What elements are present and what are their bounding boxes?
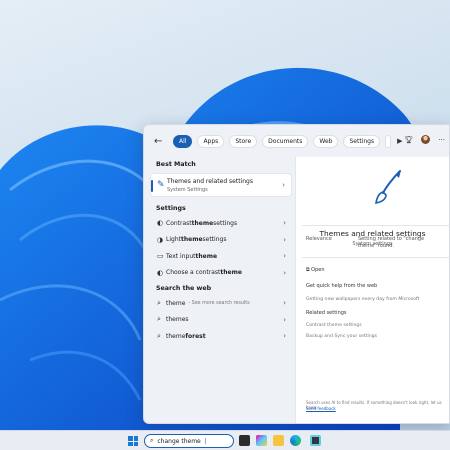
- item-label: theme: [166, 332, 186, 340]
- chevron-right-icon: ›: [283, 235, 286, 244]
- item-label: Contrast: [166, 219, 192, 227]
- item-label: Choose a contrast: [166, 269, 221, 277]
- chevron-right-icon: ›: [283, 299, 286, 308]
- related-link-backup[interactable]: Backup and Sync your settings: [306, 334, 377, 339]
- item-label-rest: settings: [213, 219, 238, 227]
- preview-pane: Themes and related settings System setti…: [295, 157, 449, 423]
- item-label: Light: [166, 236, 181, 244]
- chevron-right-icon: ›: [283, 315, 286, 324]
- settings-header: Settings: [156, 204, 186, 212]
- web-result-themeforest[interactable]: ⌕ theme forest ›: [150, 328, 292, 345]
- brush-icon: [375, 170, 401, 204]
- wallpapers-link[interactable]: Getting new wallpapers every day from Mi…: [306, 297, 419, 302]
- filter-bar: ← All Apps Store Documents Web Settings …: [144, 125, 449, 157]
- avatar[interactable]: [421, 135, 431, 144]
- list-item-contrast-theme[interactable]: ◐ Contrast theme settings ›: [150, 215, 292, 232]
- brush-icon: ✎: [157, 180, 165, 190]
- search-panel: ← All Apps Store Documents Web Settings …: [143, 124, 450, 424]
- item-label-bold: theme: [220, 269, 242, 277]
- selection-indicator: [151, 180, 153, 192]
- item-label-bold: theme: [195, 252, 218, 260]
- edge-browser-icon[interactable]: [290, 435, 301, 446]
- text-cursor: |: [204, 437, 207, 445]
- quick-help-header: Get quick help from the web: [306, 283, 378, 289]
- search-value: change theme: [157, 437, 201, 445]
- search-web-header: Search the web: [156, 284, 212, 292]
- text-input-icon: ▭: [157, 252, 164, 261]
- copilot-icon[interactable]: [256, 435, 267, 446]
- divider: [302, 257, 450, 258]
- relevance-label: Relevance: [306, 236, 332, 242]
- open-action[interactable]: ⧉ Open: [306, 267, 325, 273]
- best-match-title: Themes and related settings: [167, 177, 253, 185]
- related-settings-header: Related settings: [306, 310, 347, 316]
- windows-start-icon[interactable]: [128, 436, 138, 446]
- best-match-subtitle: System Settings: [167, 186, 208, 193]
- theme-icon: ◑: [157, 235, 164, 244]
- web-result-theme[interactable]: ⌕ theme - See more search results ›: [150, 295, 292, 312]
- item-label: themes: [166, 316, 189, 324]
- filter-apps[interactable]: Apps: [197, 134, 225, 148]
- send-feedback-text[interactable]: Send feedback: [306, 406, 336, 411]
- send-feedback-link[interactable]: Send feedback: [306, 406, 336, 411]
- chevron-right-icon: ›: [283, 332, 286, 341]
- chevron-right-icon: ›: [283, 252, 286, 261]
- results-list: Best Match ✎ Themes and related settings…: [150, 157, 292, 423]
- contrast-icon: ◐: [157, 268, 164, 277]
- list-item-choose-contrast-theme[interactable]: ◐ Choose a contrast theme ›: [150, 265, 292, 282]
- divider: [302, 225, 450, 226]
- search-icon: ⌕: [157, 315, 161, 324]
- task-view-icon[interactable]: [239, 435, 250, 446]
- contrast-icon: ◐: [157, 219, 164, 228]
- item-label-bold: forest: [185, 332, 206, 340]
- item-label: theme: [166, 299, 186, 307]
- filter-documents[interactable]: Documents: [262, 134, 309, 148]
- chevron-right-icon: ›: [282, 181, 285, 189]
- list-item-text-input-theme[interactable]: ▭ Text input theme ›: [150, 248, 292, 265]
- search-icon: ⌕: [157, 331, 161, 340]
- filter-settings[interactable]: Settings: [343, 134, 381, 148]
- search-icon: ⌕: [157, 298, 161, 307]
- chevron-right-icon: ›: [283, 219, 286, 228]
- item-label-bold: theme: [191, 219, 214, 227]
- item-label-bold: theme: [180, 236, 203, 244]
- related-link-contrast[interactable]: Contrast theme settings: [306, 323, 362, 328]
- search-icon: ⌕: [150, 437, 154, 444]
- trophy-icon[interactable]: 🏆︎: [404, 136, 413, 144]
- chevron-right-icon: ›: [283, 268, 286, 277]
- file-explorer-icon[interactable]: [273, 435, 284, 446]
- taskbar: ⌕ change theme |: [0, 430, 450, 450]
- list-item-light-theme[interactable]: ◑ Light theme settings ›: [150, 232, 292, 249]
- item-sublabel: - See more search results: [188, 300, 250, 306]
- filter-web[interactable]: Web: [313, 134, 339, 148]
- store-icon[interactable]: [310, 435, 321, 446]
- taskbar-search-input[interactable]: ⌕ change theme |: [144, 434, 234, 448]
- web-result-themes[interactable]: ⌕ themes ›: [150, 312, 292, 329]
- best-match-item[interactable]: ✎ Themes and related settings System Set…: [150, 173, 292, 197]
- play-icon[interactable]: ▶: [397, 137, 402, 145]
- item-label: Text input: [166, 252, 196, 260]
- open-external-icon: ⧉: [306, 267, 310, 273]
- more-options-icon[interactable]: ···: [438, 136, 445, 144]
- filter-store[interactable]: Store: [229, 134, 258, 148]
- filter-all[interactable]: All: [173, 134, 193, 148]
- item-label-rest: settings: [202, 236, 227, 244]
- best-match-header: Best Match: [156, 160, 196, 168]
- relevance-value: Setting related to "change theme" found.: [358, 236, 425, 249]
- filter-overflow[interactable]: [385, 134, 392, 148]
- open-label: Open: [311, 267, 325, 273]
- back-arrow-icon[interactable]: ←: [154, 136, 168, 147]
